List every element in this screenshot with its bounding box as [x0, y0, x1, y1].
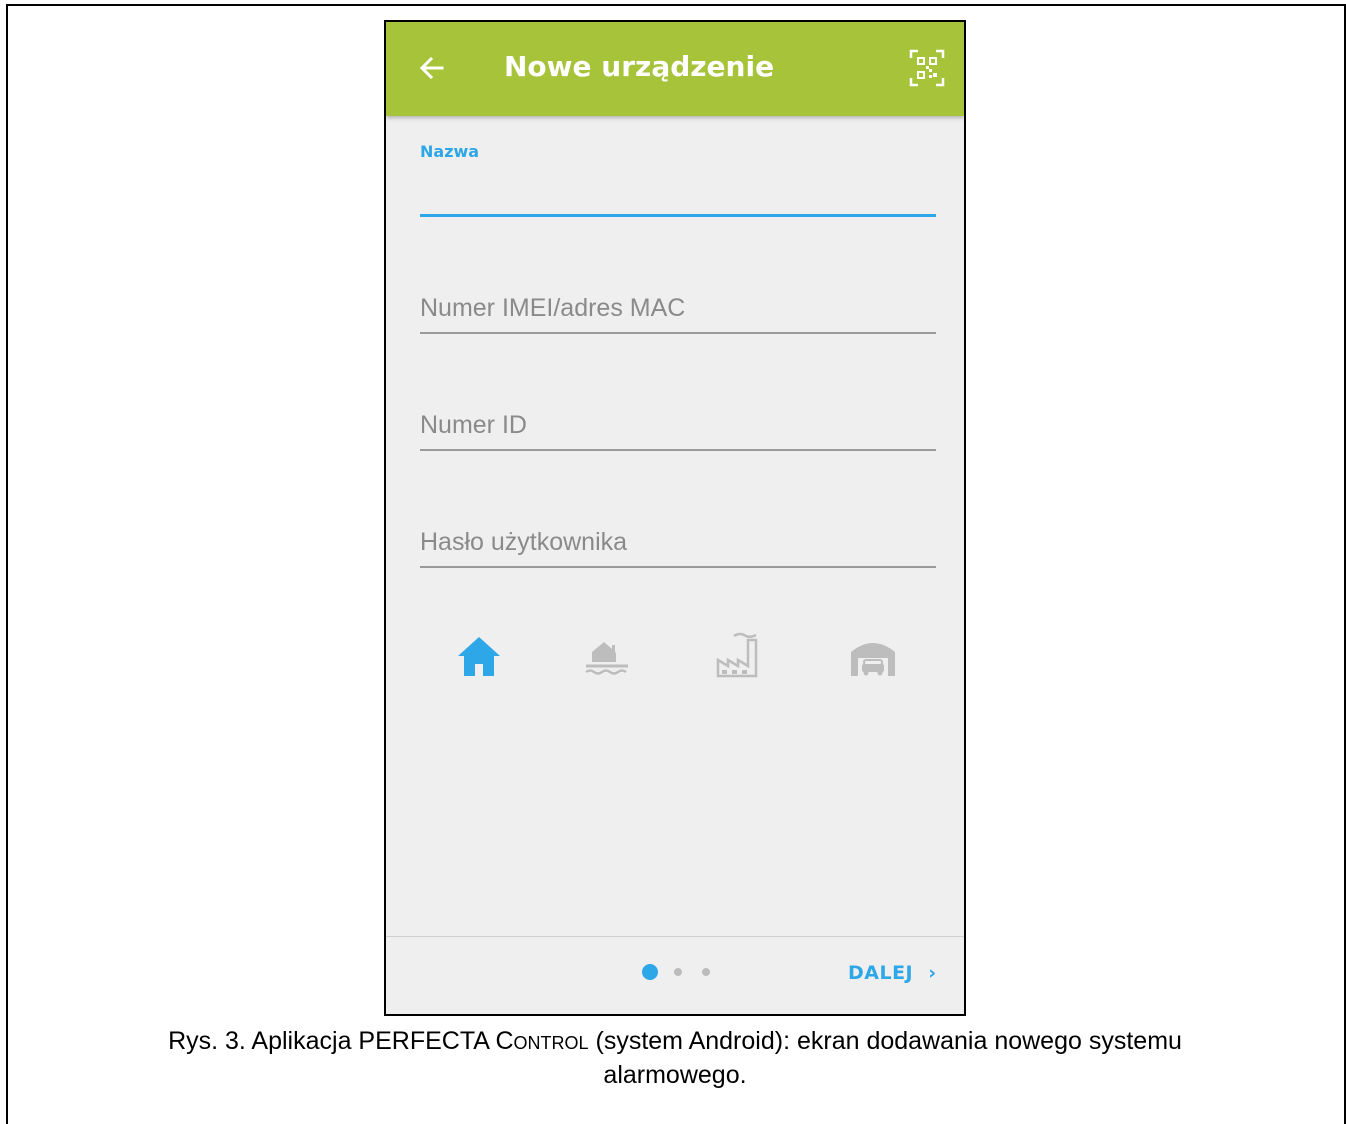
name-field-underline [420, 213, 936, 217]
password-field-underline [420, 566, 936, 568]
chevron-right-icon: › [928, 962, 937, 984]
page-dot [702, 968, 710, 976]
name-field-label: Nazwa [420, 142, 480, 161]
name-field: Nazwa [420, 142, 936, 217]
house-icon[interactable] [452, 632, 506, 682]
app-bar: Nowe urządzenie [386, 22, 964, 116]
phone-screen: Nowe urządzenie Nazwa Numer IMEI/adres M… [384, 20, 966, 1016]
imei-field-underline [420, 332, 936, 334]
footer-divider [386, 936, 964, 937]
caption-prefix: Rys. 3. Aplikacja PERFECTA C [168, 1027, 514, 1055]
page-dot [674, 968, 682, 976]
qr-code-icon[interactable] [908, 48, 946, 88]
id-number-input[interactable] [420, 407, 936, 443]
figure-caption: Rys. 3. Aplikacja PERFECTA Control (syst… [10, 1024, 1340, 1092]
caption-smallcaps: ontrol [513, 1027, 589, 1055]
garage-icon[interactable] [846, 632, 900, 682]
next-button-label: DALEJ [848, 962, 914, 984]
name-input[interactable] [420, 183, 936, 207]
factory-icon[interactable] [712, 632, 766, 682]
user-password-input[interactable] [420, 524, 936, 560]
next-button[interactable]: DALEJ › [848, 962, 937, 984]
arrow-left-icon[interactable] [416, 52, 448, 84]
imei-mac-input[interactable] [420, 290, 936, 326]
password-field [420, 524, 936, 568]
caption-suffix: (system Android): ekran dodawania nowego… [588, 1027, 1182, 1055]
house-by-water-icon[interactable] [580, 632, 634, 682]
page-title: Nowe urządzenie [504, 50, 775, 83]
page-dot-active [642, 964, 658, 980]
object-type-selector [386, 632, 964, 682]
caption-line2: alarmowego. [603, 1061, 747, 1089]
imei-field [420, 290, 936, 334]
id-field [420, 407, 936, 451]
id-field-underline [420, 449, 936, 451]
